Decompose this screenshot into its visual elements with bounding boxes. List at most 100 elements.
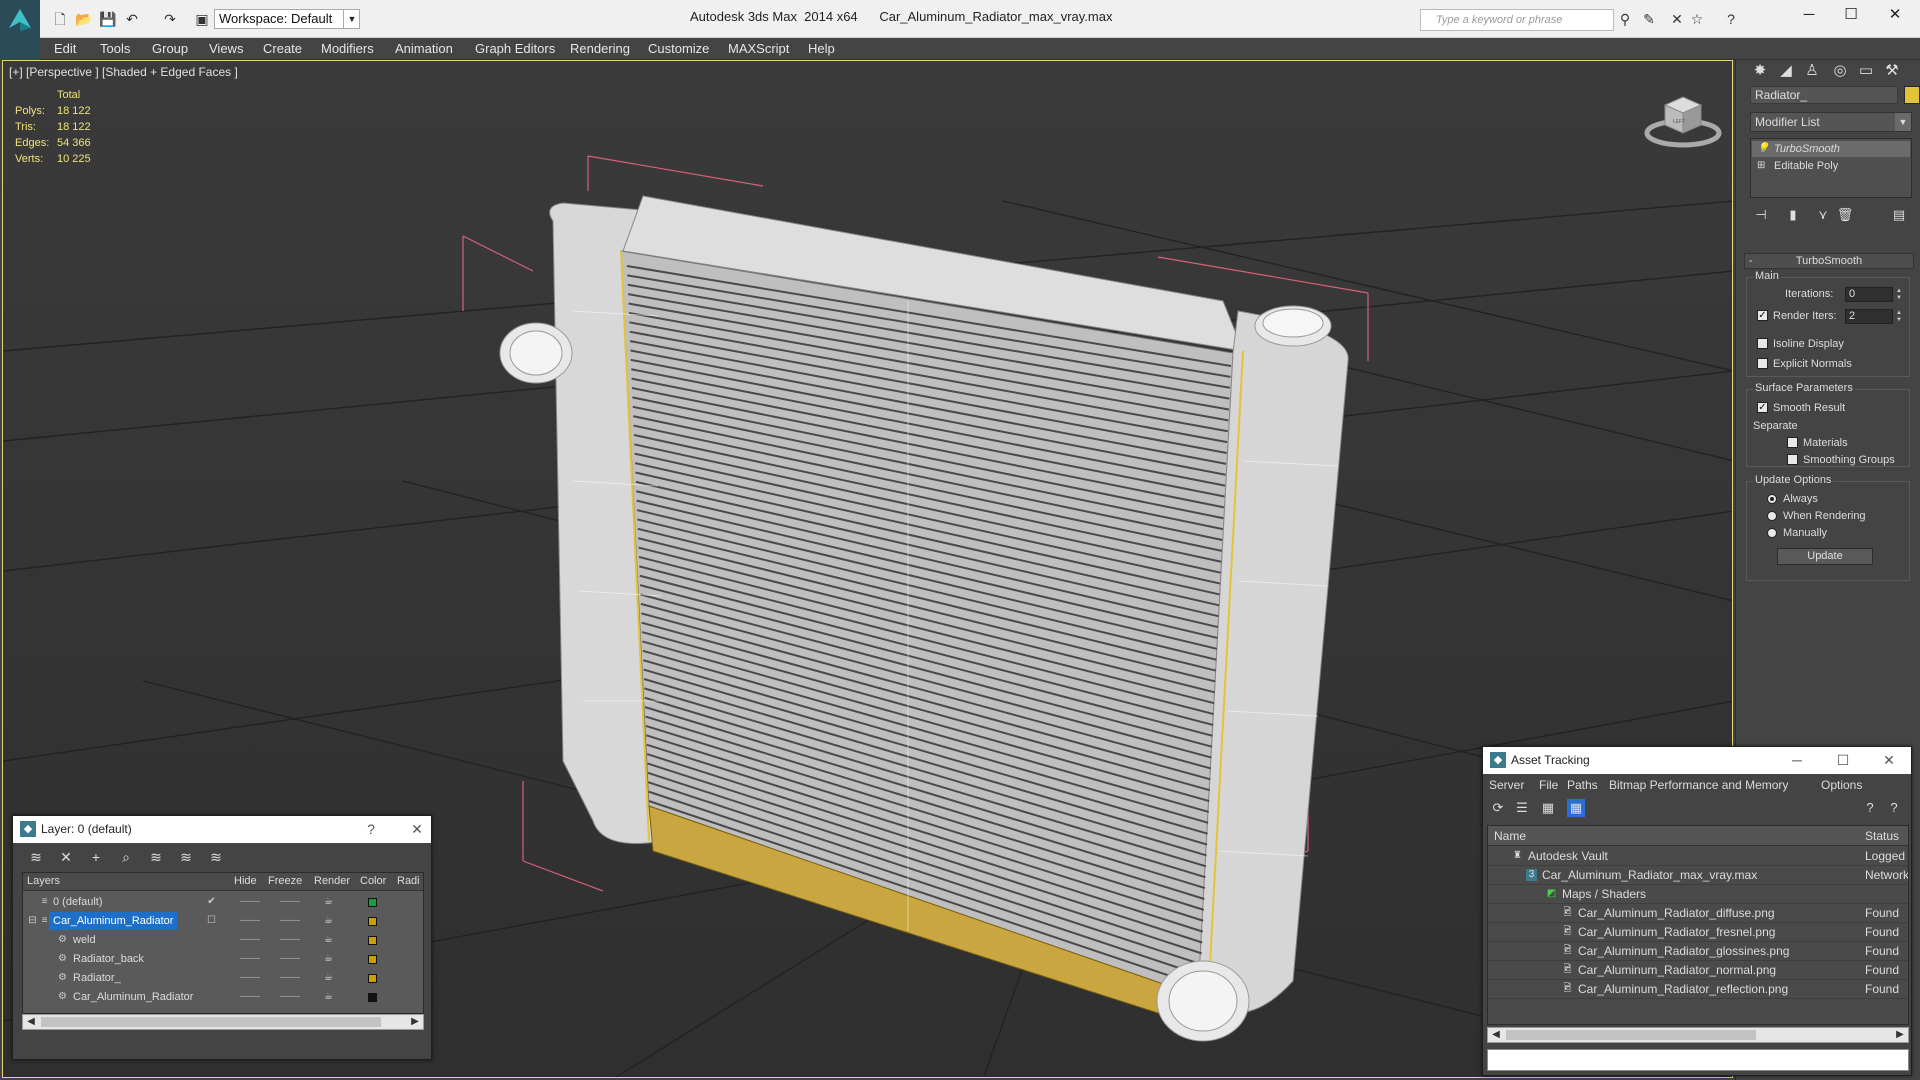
column-header-hide[interactable]: Hide: [234, 875, 257, 887]
light-bulb-icon[interactable]: 💡: [1757, 144, 1769, 154]
asset-window-titlebar[interactable]: ◆ Asset Tracking ─ ☐ ✕: [1483, 747, 1911, 774]
search-input[interactable]: Type a keyword or phrase: [1420, 9, 1614, 31]
motion-tab-icon[interactable]: ◎: [1828, 60, 1852, 82]
layer-name[interactable]: Car_Aluminum_Radiator: [49, 912, 178, 930]
expand-plus-icon[interactable]: ⊞: [1757, 161, 1766, 171]
hide-toggle[interactable]: ——: [240, 950, 260, 968]
column-header-radiosity[interactable]: Radi: [397, 875, 420, 887]
communication-center-icon[interactable]: ✎: [1640, 10, 1658, 28]
layer-row[interactable]: ≡ 0 (default) ✔ —— —— ☕: [23, 893, 423, 912]
scrollbar-thumb[interactable]: [41, 1017, 381, 1027]
hide-toggle[interactable]: ——: [240, 893, 260, 911]
isoline-display-checkbox[interactable]: [1757, 338, 1768, 349]
sign-in-icon[interactable]: ✕: [1668, 10, 1686, 28]
object-name-field[interactable]: Radiator_: [1750, 86, 1898, 104]
layers-horizontal-scrollbar[interactable]: ◀ ▶: [22, 1014, 424, 1030]
teapot-icon[interactable]: ☕: [324, 988, 333, 1006]
minimize-button[interactable]: ─: [1787, 751, 1807, 769]
teapot-icon[interactable]: ☕: [324, 950, 333, 968]
asset-row[interactable]: ◩ Maps / Shaders: [1488, 885, 1908, 904]
open-file-icon[interactable]: 📂: [74, 9, 94, 29]
teapot-icon[interactable]: ☕: [324, 893, 333, 911]
column-header-layers[interactable]: Layers: [27, 875, 60, 887]
when-rendering-radio[interactable]: [1767, 511, 1777, 521]
freeze-all-icon[interactable]: ≋: [207, 848, 225, 866]
minimize-button[interactable]: ─: [1786, 4, 1832, 26]
rollout-header[interactable]: - TurboSmooth: [1744, 253, 1914, 269]
layer-name[interactable]: 0 (default): [53, 893, 103, 911]
layer-row[interactable]: ⚙ Radiator_back —— —— ☕: [23, 950, 423, 969]
highlight-layer-icon[interactable]: ≋: [147, 848, 165, 866]
asset-row[interactable]: 🖻 Car_Aluminum_Radiator_fresnel.png Foun…: [1488, 923, 1908, 942]
asset-menu-paths[interactable]: Paths: [1567, 778, 1598, 792]
hide-toggle[interactable]: ——: [240, 969, 260, 987]
scroll-left-icon[interactable]: ◀: [1488, 1028, 1504, 1042]
hide-toggle[interactable]: ——: [240, 912, 260, 930]
scroll-left-icon[interactable]: ◀: [23, 1015, 39, 1029]
render-iters-checkbox[interactable]: ✓: [1757, 310, 1768, 321]
save-file-icon[interactable]: 💾: [98, 9, 118, 29]
viewcube-icon[interactable]: LEFT: [1643, 83, 1723, 153]
spinner-arrows-icon[interactable]: ▲ ▼: [1894, 310, 1904, 325]
redo-icon[interactable]: ↷: [160, 9, 180, 29]
menu-customize[interactable]: Customize: [648, 41, 709, 56]
object-name[interactable]: Radiator_: [73, 969, 121, 987]
asset-row[interactable]: 3 Car_Aluminum_Radiator_max_vray.max Net…: [1488, 866, 1908, 885]
utilities-tab-icon[interactable]: ⚒: [1880, 60, 1904, 82]
workspace-dropdown-arrow-icon[interactable]: ▼: [343, 9, 360, 29]
hide-toggle[interactable]: ——: [240, 931, 260, 949]
menu-modifiers[interactable]: Modifiers: [321, 41, 374, 56]
select-objects-icon[interactable]: ⌕: [117, 848, 135, 866]
layer-row[interactable]: ⚙ Radiator_ —— —— ☕: [23, 969, 423, 988]
new-file-icon[interactable]: 🗋: [50, 9, 70, 29]
explicit-normals-checkbox[interactable]: [1757, 358, 1768, 369]
spinner-arrows-icon[interactable]: ▲ ▼: [1894, 288, 1904, 303]
always-radio[interactable]: [1767, 494, 1777, 504]
layer-color-swatch[interactable]: [368, 917, 377, 926]
stack-item-turbosmooth[interactable]: 💡 TurboSmooth: [1752, 141, 1910, 157]
viewport-label[interactable]: [+] [Perspective ] [Shaded + Edged Faces…: [9, 65, 238, 79]
column-header-render[interactable]: Render: [314, 875, 350, 887]
asset-menu-file[interactable]: File: [1539, 778, 1558, 792]
menu-animation[interactable]: Animation: [395, 41, 453, 56]
smooth-result-checkbox[interactable]: ✓: [1757, 402, 1768, 413]
show-end-result-icon[interactable]: ▮: [1784, 206, 1802, 224]
object-name[interactable]: Car_Aluminum_Radiator: [73, 988, 193, 1006]
asset-row[interactable]: 🖻 Car_Aluminum_Radiator_diffuse.png Foun…: [1488, 904, 1908, 923]
menu-create[interactable]: Create: [263, 41, 302, 56]
help-icon[interactable]: ?: [1861, 799, 1879, 817]
maximize-button[interactable]: ☐: [1828, 4, 1874, 26]
teapot-icon[interactable]: ☕: [324, 969, 333, 987]
make-unique-icon[interactable]: ⋎: [1814, 206, 1832, 224]
workspace-dropdown[interactable]: Workspace: Default: [214, 9, 360, 29]
create-tab-icon[interactable]: ✸: [1748, 60, 1772, 82]
close-button[interactable]: ✕: [1872, 4, 1918, 26]
column-header-color[interactable]: Color: [360, 875, 386, 887]
layer-color-swatch[interactable]: [368, 955, 377, 964]
asset-row[interactable]: 🖻 Car_Aluminum_Radiator_normal.png Found: [1488, 961, 1908, 980]
render-iters-spinner[interactable]: 2 ▲ ▼: [1845, 309, 1902, 324]
freeze-toggle[interactable]: ——: [280, 950, 300, 968]
layer-color-swatch[interactable]: [368, 993, 377, 1002]
create-layer-icon[interactable]: ≋: [27, 848, 45, 866]
asset-menu-options[interactable]: Options: [1821, 778, 1862, 792]
freeze-toggle[interactable]: ——: [280, 893, 300, 911]
collapse-icon[interactable]: ⊟: [27, 915, 38, 926]
asset-horizontal-scrollbar[interactable]: ◀ ▶: [1487, 1027, 1909, 1043]
asset-row[interactable]: ♜ Autodesk Vault Logged: [1488, 847, 1908, 866]
app-menu-button[interactable]: [0, 0, 40, 38]
undo-icon[interactable]: ↶: [122, 9, 142, 29]
modifier-list-dropdown[interactable]: Modifier List ▼: [1750, 112, 1912, 132]
freeze-toggle[interactable]: ——: [280, 969, 300, 987]
asset-path-field[interactable]: [1487, 1049, 1909, 1071]
asset-menu-server[interactable]: Server: [1489, 778, 1524, 792]
scroll-right-icon[interactable]: ▶: [1892, 1028, 1908, 1042]
favorites-star-icon[interactable]: ☆: [1688, 10, 1706, 28]
menu-graph-editors[interactable]: Graph Editors: [475, 41, 555, 56]
freeze-toggle[interactable]: ——: [280, 988, 300, 1006]
iterations-spinner[interactable]: 0 ▲ ▼: [1845, 287, 1902, 302]
delete-layer-icon[interactable]: ✕: [57, 848, 75, 866]
remove-modifier-icon[interactable]: 🗑: [1836, 206, 1854, 224]
asset-row[interactable]: 🖻 Car_Aluminum_Radiator_reflection.png F…: [1488, 980, 1908, 999]
display-tab-icon[interactable]: ▭: [1854, 60, 1878, 82]
